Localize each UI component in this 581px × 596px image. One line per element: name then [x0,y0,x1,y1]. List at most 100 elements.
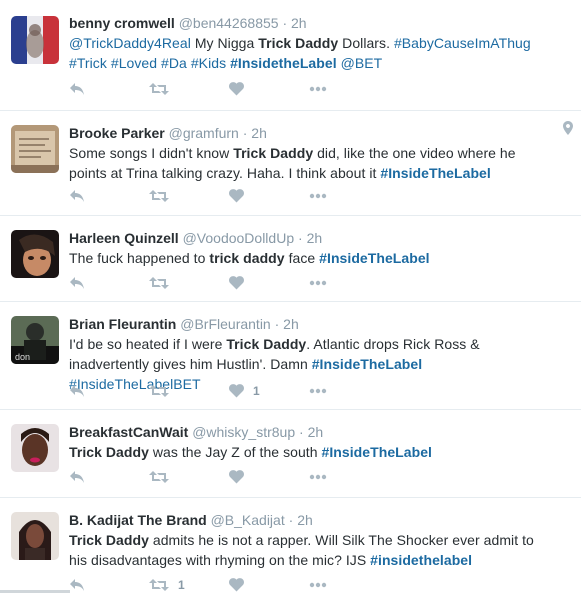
mention-link[interactable]: @TrickDaddy4Real [69,35,191,51]
more-icon [309,388,327,394]
retweet-button[interactable] [149,468,229,486]
location-pin-icon[interactable] [563,121,573,140]
heart-icon [229,578,244,592]
tweet-text: The fuck happened to trick daddy face #I… [69,248,551,268]
like-count: 1 [253,384,260,398]
hashtag-link[interactable]: #InsideTheLabel [312,356,422,372]
tweet[interactable]: Harleen Quinzell @VoodooDolldUp · 2h The… [0,216,581,302]
hashtag-link[interactable]: #InsideTheLabel [319,250,429,266]
avatar[interactable]: don [11,316,59,364]
reply-button[interactable] [69,80,149,98]
timestamp[interactable]: 2h [297,512,313,528]
avatar[interactable] [11,125,59,173]
retweet-button[interactable]: 1 [149,576,229,594]
tweet[interactable]: BreakfastCanWait @whisky_str8up · 2h Tri… [0,410,581,498]
more-button[interactable] [309,382,389,400]
like-button[interactable] [229,576,309,594]
hashtag-link[interactable]: #BabyCauseImAThug [394,35,531,51]
reply-button[interactable] [69,576,149,594]
hashtag-link[interactable]: #InsideTheLabel [380,165,490,181]
separator-dot: · [288,512,294,528]
hashtag-link[interactable]: #Da [161,55,187,71]
username[interactable]: @VoodooDolldUp [183,230,295,246]
reply-icon [69,578,85,592]
tweet[interactable]: B. Kadijat The Brand @B_Kadijat · 2h Tri… [0,498,581,593]
tweet-text: Some songs I didn't know Trick Daddy did… [69,143,551,183]
tweet-actions [69,466,389,488]
heart-icon [229,189,244,203]
text-run: The fuck happened to [69,250,210,266]
highlight-keyword: Trick Daddy [258,35,339,51]
tweet-header: B. Kadijat The Brand @B_Kadijat · 2h [69,510,551,530]
username[interactable]: @BrFleurantin [180,316,270,332]
more-button[interactable] [309,274,389,292]
more-icon [309,86,327,92]
like-button[interactable] [229,468,309,486]
highlight-keyword: Trick Daddy [69,444,149,460]
hashtag-link[interactable]: #insidethelabel [370,552,472,568]
tweet[interactable]: Brooke Parker @gramfurn · 2h Some songs … [0,111,581,216]
avatar[interactable] [11,512,59,560]
username[interactable]: @whisky_str8up [192,424,295,440]
highlight-keyword: Trick Daddy [69,532,149,548]
avatar[interactable] [11,230,59,278]
text-run: Some songs I didn't know [69,145,234,161]
avatar[interactable] [11,16,59,64]
tweet-header: Brian Fleurantin @BrFleurantin · 2h [69,314,551,334]
heart-icon [229,470,244,484]
hashtag-link[interactable]: #Loved [111,55,157,71]
tweet[interactable]: benny cromwell @ben44268855 · 2h @TrickD… [0,0,581,111]
more-button[interactable] [309,80,389,98]
mention-link[interactable]: @BET [341,55,383,71]
display-name[interactable]: BreakfastCanWait [69,424,188,440]
reply-icon [69,276,85,290]
like-button[interactable]: 1 [229,382,309,400]
timestamp[interactable]: 2h [283,316,299,332]
more-button[interactable] [309,468,389,486]
hashtag-link[interactable]: #InsidetheLabel [230,55,337,71]
retweet-button[interactable] [149,187,229,205]
timestamp[interactable]: 2h [291,15,307,31]
display-name[interactable]: Brooke Parker [69,125,165,141]
retweet-icon [149,189,169,203]
like-button[interactable] [229,187,309,205]
hashtag-link[interactable]: #Kids [191,55,226,71]
timestamp[interactable]: 2h [307,230,323,246]
display-name[interactable]: benny cromwell [69,15,175,31]
reply-button[interactable] [69,187,149,205]
reply-button[interactable] [69,468,149,486]
reply-icon [69,82,85,96]
separator-dot: · [274,316,280,332]
hashtag-link[interactable]: #InsideTheLabel [322,444,432,460]
retweet-button[interactable] [149,382,229,400]
hashtag-link[interactable]: #Trick [69,55,107,71]
tweet-actions [69,185,389,207]
separator-dot: · [299,424,304,440]
display-name[interactable]: Harleen Quinzell [69,230,179,246]
username[interactable]: @gramfurn [169,125,239,141]
retweet-icon [149,470,169,484]
timestamp[interactable]: 2h [251,125,267,141]
tweet[interactable]: don Brian Fleurantin @BrFleurantin · 2h … [0,302,581,410]
highlight-keyword: Trick Daddy [233,145,314,161]
more-button[interactable] [309,187,389,205]
username[interactable]: @ben44268855 [179,15,279,31]
like-button[interactable] [229,80,309,98]
retweet-button[interactable] [149,80,229,98]
avatar[interactable] [11,424,59,472]
username[interactable]: @B_Kadijat [211,512,285,528]
tweet-header: BreakfastCanWait @whisky_str8up · 2h [69,422,551,442]
more-button[interactable] [309,576,389,594]
retweet-count: 1 [178,578,185,592]
heart-icon [229,276,244,290]
like-button[interactable] [229,274,309,292]
separator-dot: · [242,125,248,141]
display-name[interactable]: Brian Fleurantin [69,316,176,332]
retweet-button[interactable] [149,274,229,292]
reply-button[interactable] [69,274,149,292]
timestamp[interactable]: 2h [308,424,324,440]
more-icon [309,280,327,286]
reply-button[interactable] [69,382,149,400]
display-name[interactable]: B. Kadijat The Brand [69,512,207,528]
tweet-actions [69,78,389,100]
